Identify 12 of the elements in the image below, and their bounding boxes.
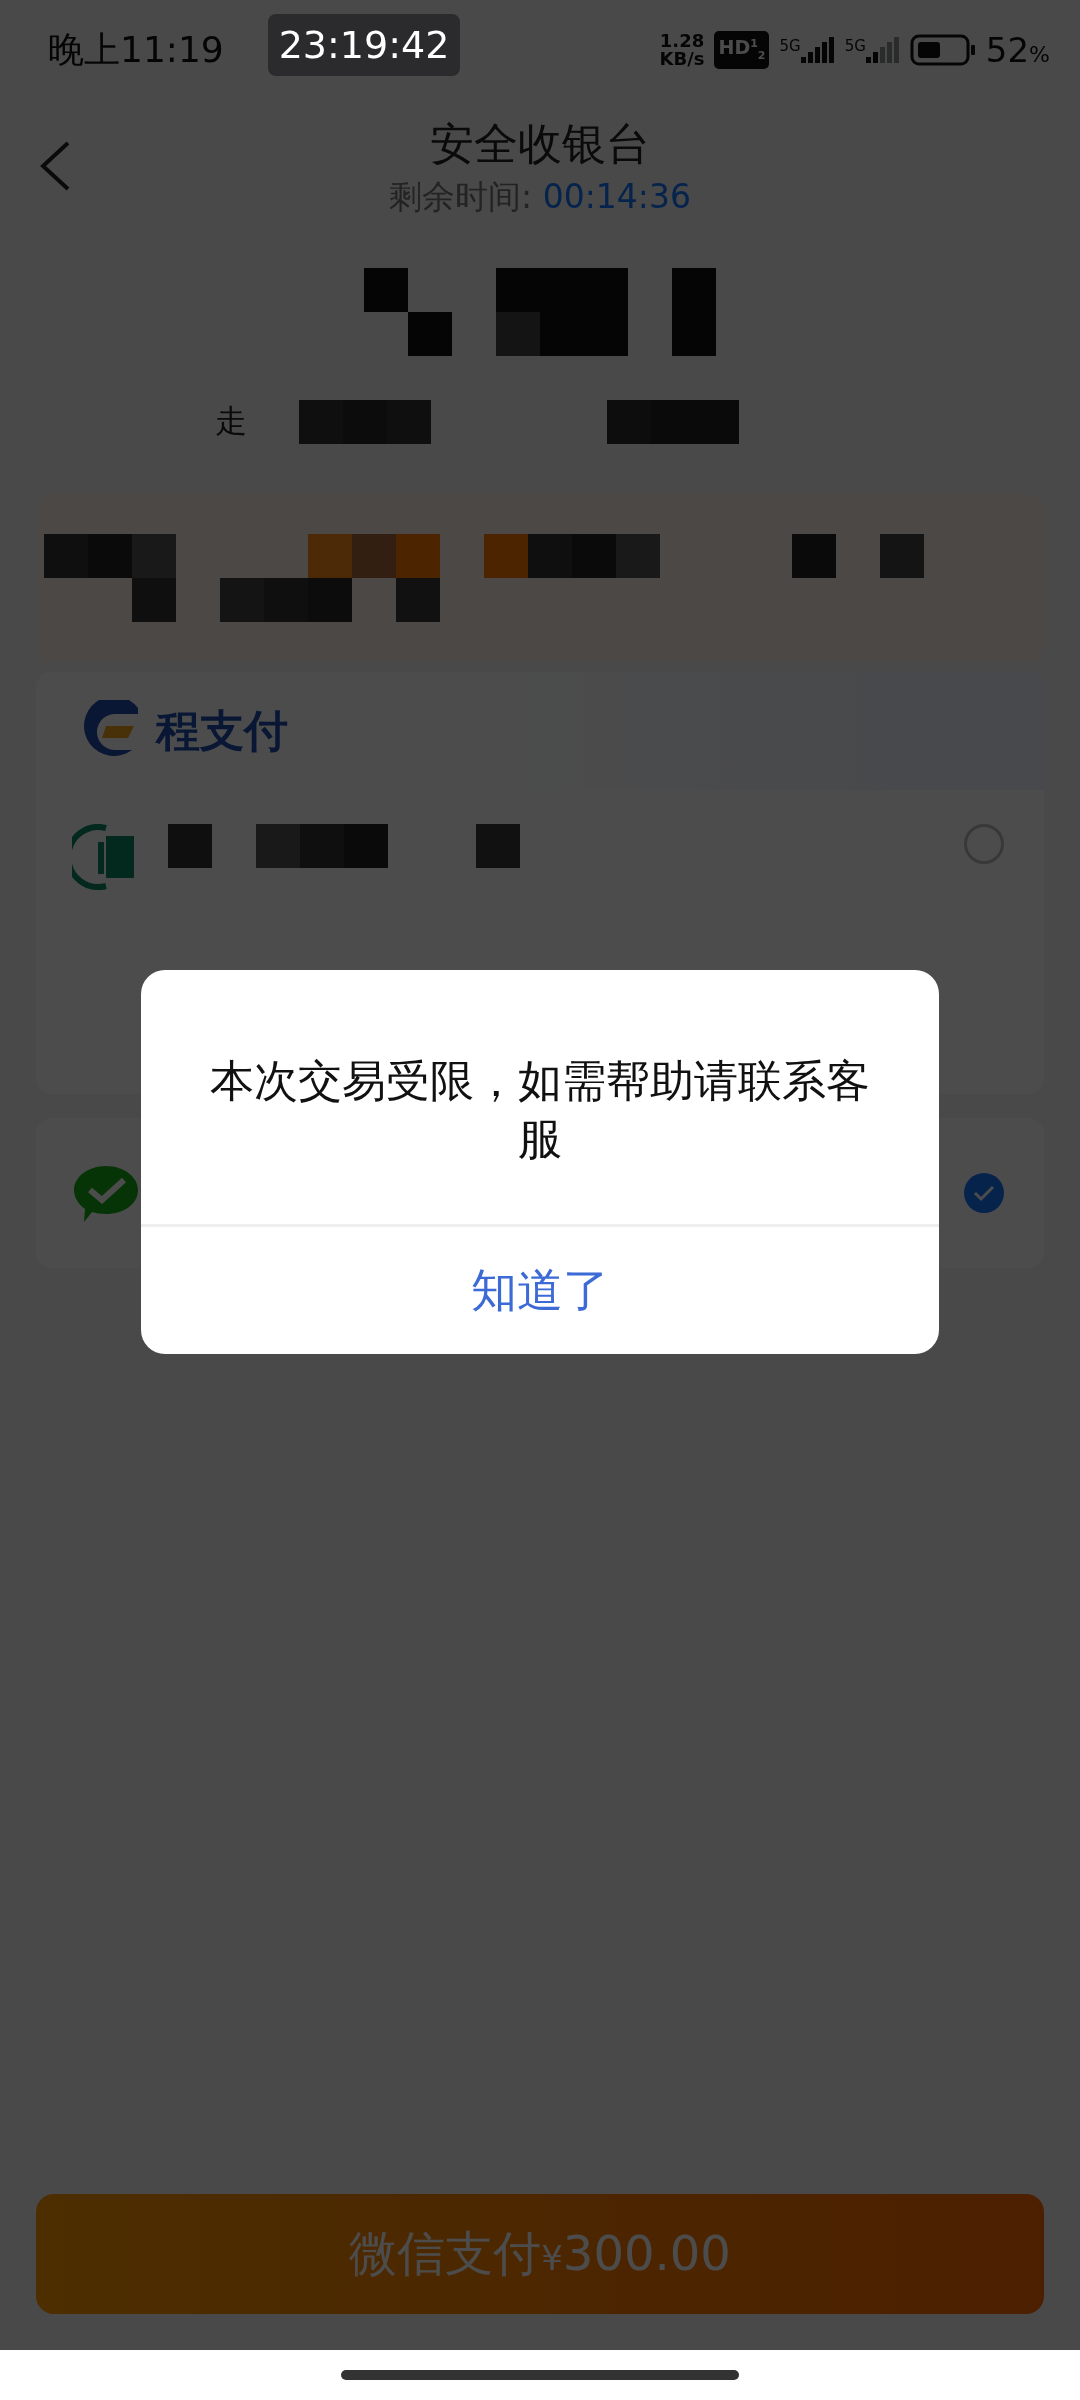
status-time: 晚上11:19 xyxy=(48,27,224,72)
page-title: 安全收银台 xyxy=(430,117,650,171)
clock-overlay: 23:19:42 xyxy=(268,14,460,76)
battery-percent: 52% xyxy=(985,30,1050,70)
network-label: 5G xyxy=(779,37,801,55)
provider-name: 程支付 xyxy=(156,703,288,758)
confirm-button[interactable]: 知道了 xyxy=(141,1224,939,1354)
network-speed: 1.28 KB/s xyxy=(659,32,705,68)
merchant-text: 走 xyxy=(215,401,247,442)
network-label: 5G xyxy=(844,37,866,55)
home-indicator[interactable] xyxy=(341,2370,739,2380)
dialog-message: 本次交易受限，如需帮助请联系客服 xyxy=(209,1054,871,1166)
